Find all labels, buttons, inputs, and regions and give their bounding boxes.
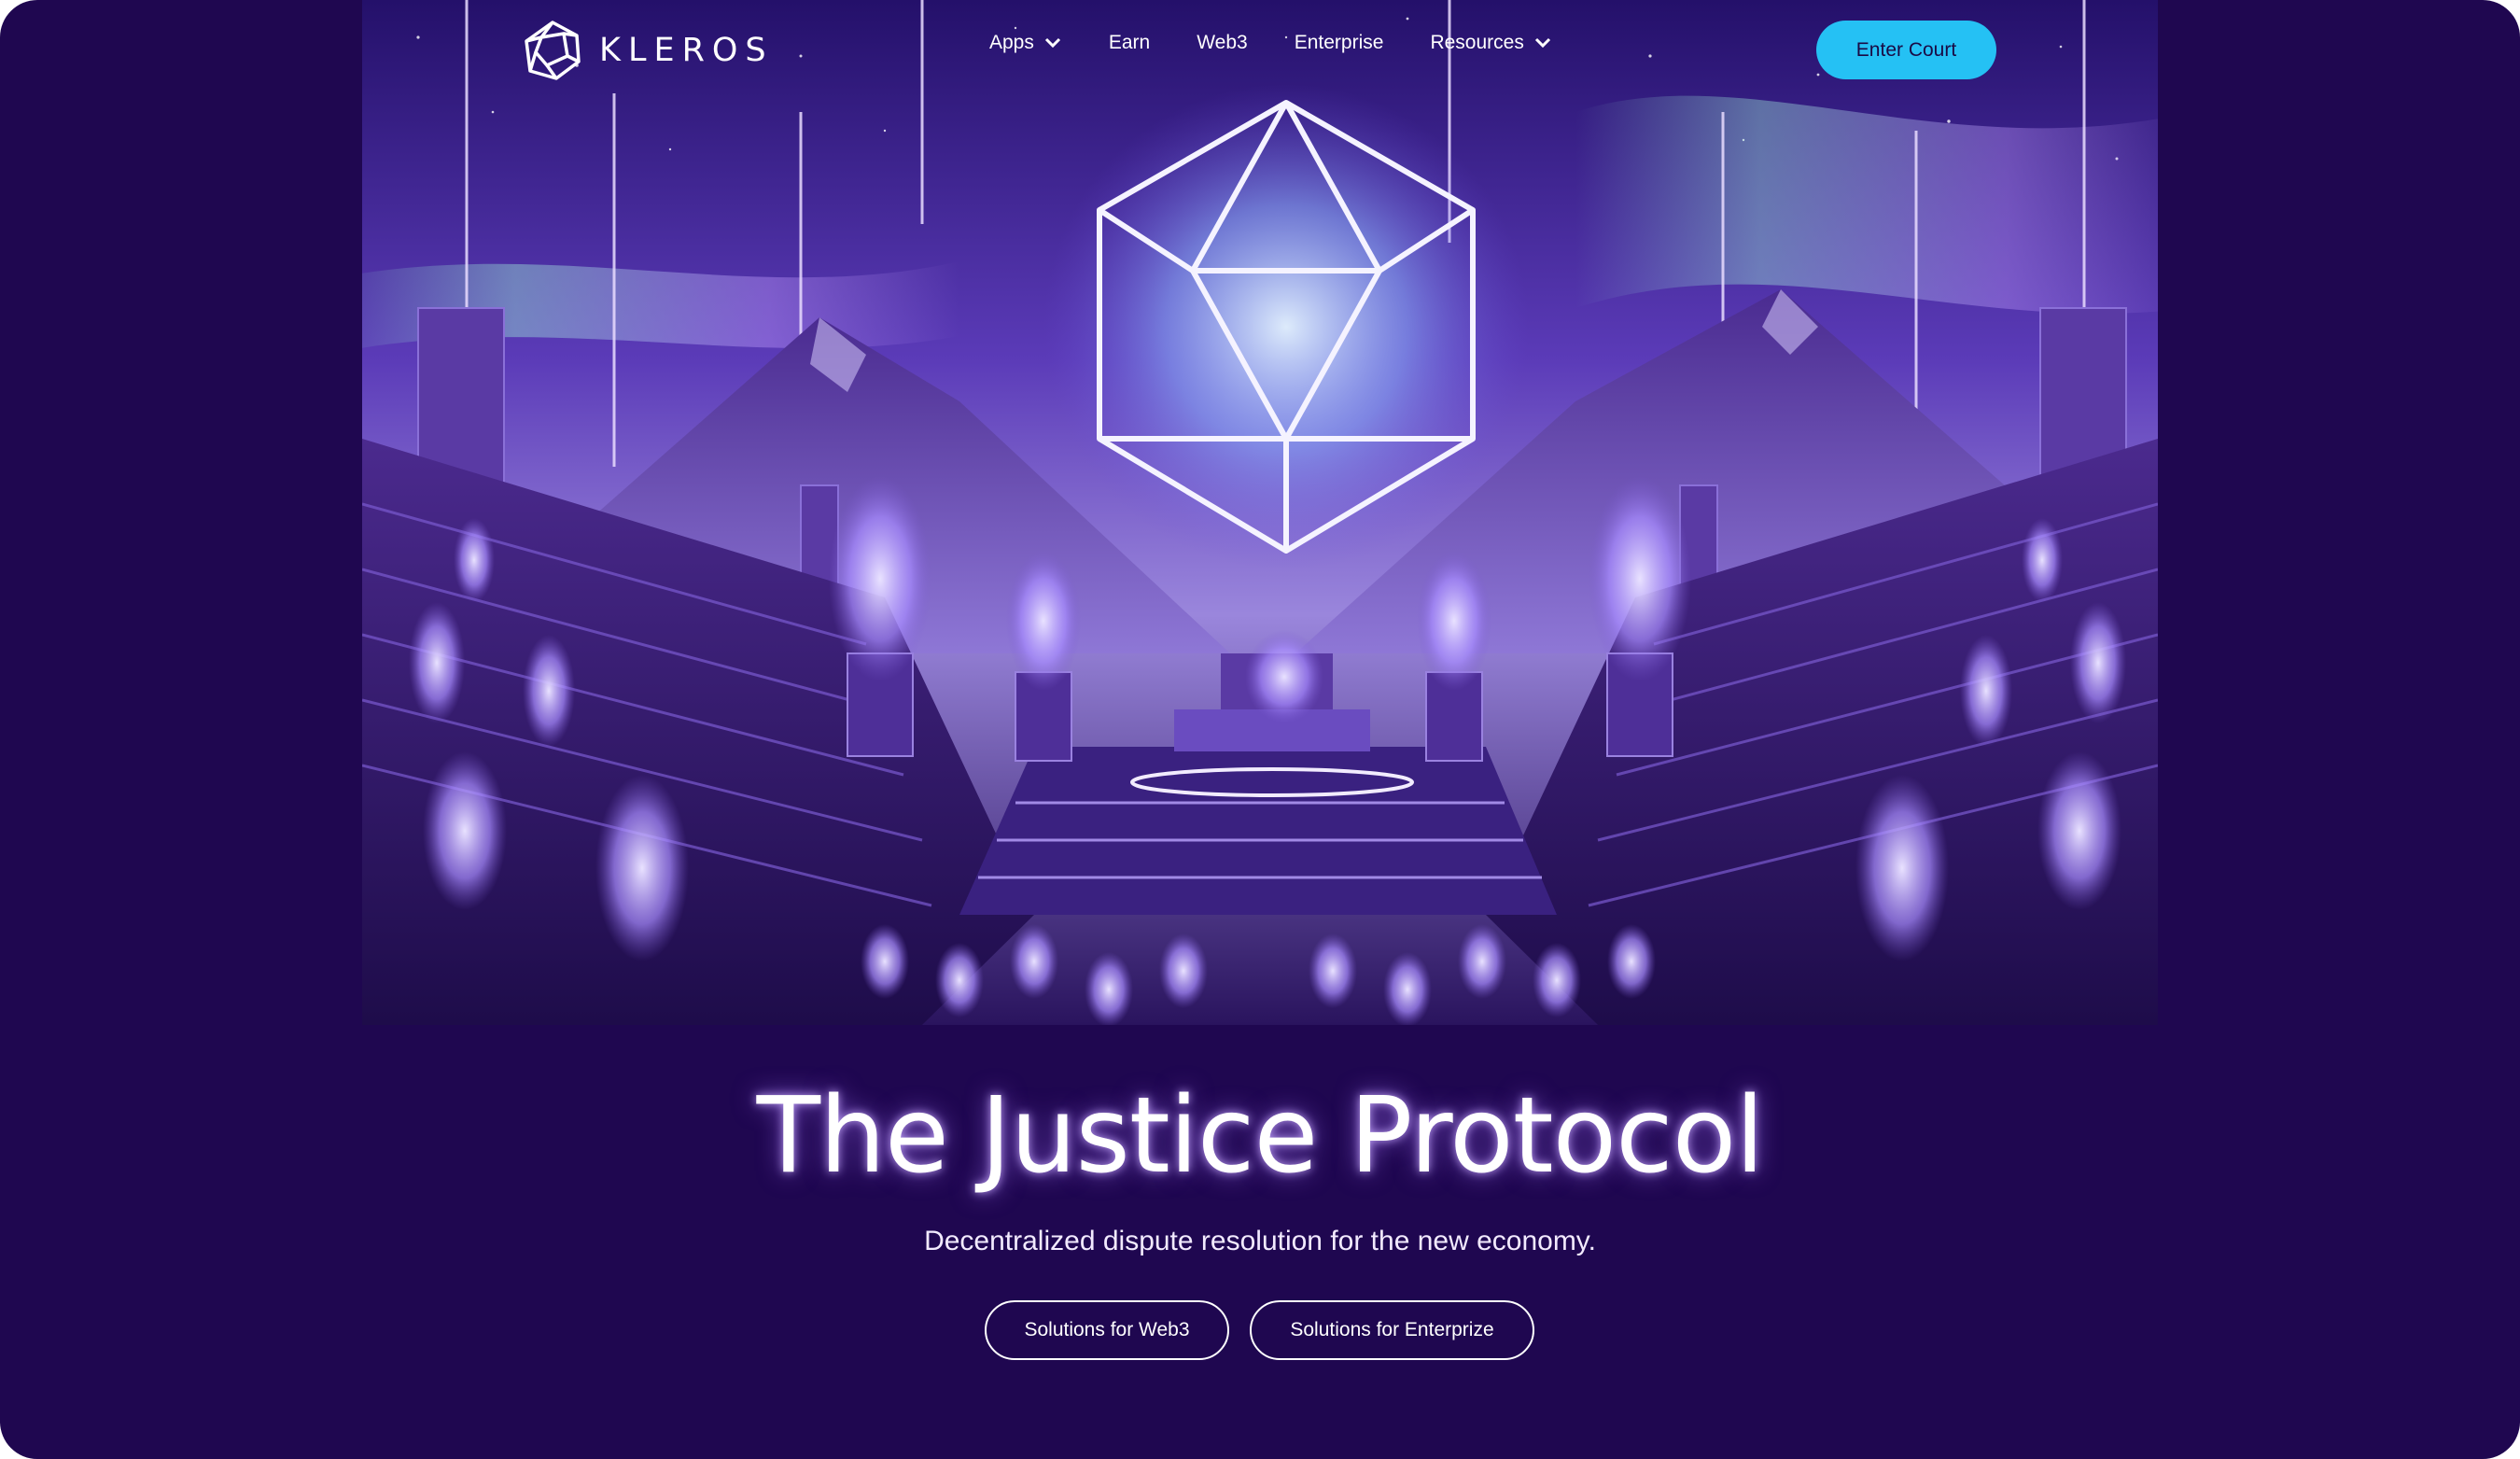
enter-court-button[interactable]: Enter Court — [1816, 21, 1996, 79]
logo[interactable]: KLEROS — [521, 19, 774, 82]
nav-item-label: Apps — [989, 32, 1034, 53]
kleros-logo-icon — [525, 21, 581, 80]
page-frame: KLEROS Apps Earn Web3 Enterprise Resourc… — [0, 0, 2520, 1459]
cta-group: Solutions for Web3 Solutions for Enterpr… — [985, 1300, 1534, 1360]
page-title: The Justice Protocol — [756, 1075, 1765, 1197]
hero-illustration — [362, 0, 2158, 1025]
nav-item-web3[interactable]: Web3 — [1197, 32, 1247, 54]
solutions-web3-button[interactable]: Solutions for Web3 — [985, 1300, 1229, 1360]
solutions-enterprise-button[interactable]: Solutions for Enterprize — [1250, 1300, 1534, 1360]
nav-item-label: Enterprise — [1294, 32, 1384, 53]
nav-item-resources[interactable]: Resources — [1430, 32, 1551, 54]
nav-links: Apps Earn Web3 Enterprise Resources — [989, 32, 1599, 54]
nav-item-earn[interactable]: Earn — [1109, 32, 1150, 54]
nav-item-enterprise[interactable]: Enterprise — [1295, 32, 1384, 54]
nav-item-label: Earn — [1108, 32, 1151, 53]
chevron-down-icon — [1534, 37, 1550, 49]
nav-item-label: Resources — [1430, 32, 1524, 53]
chevron-down-icon — [1044, 37, 1060, 49]
nav-item-label: Web3 — [1197, 32, 1248, 53]
nav-item-apps[interactable]: Apps — [989, 32, 1062, 54]
top-nav: KLEROS Apps Earn Web3 Enterprise Resourc… — [362, 0, 2158, 103]
hero-artwork: KLEROS Apps Earn Web3 Enterprise Resourc… — [362, 0, 2158, 1025]
page-subtitle: Decentralized dispute resolution for the… — [924, 1226, 1596, 1256]
brand-name: KLEROS — [599, 32, 774, 69]
